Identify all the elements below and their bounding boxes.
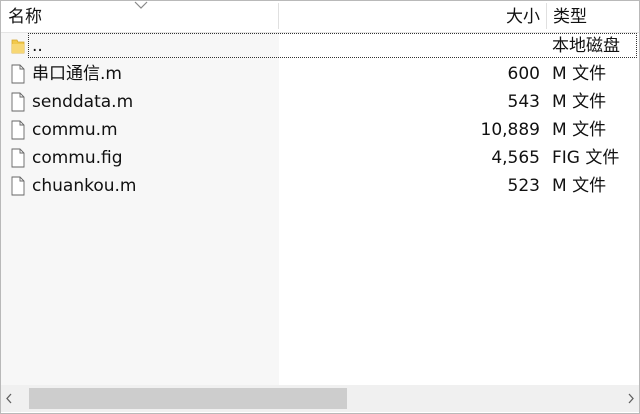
file-list: .. 本地磁盘 串口通信.m 600 M 文件 senddata.m 543 M… [1,32,639,200]
file-type: M 文件 [552,120,607,140]
file-icon [11,92,25,112]
file-type: M 文件 [552,92,607,112]
file-size: 543 [507,92,540,112]
file-type: 本地磁盘 [552,36,620,56]
file-name: commu.m [32,120,118,140]
scroll-right-arrow-icon[interactable] [622,385,639,412]
sort-chevron-down-icon [134,1,148,9]
file-icon [11,120,25,140]
file-name: .. [32,36,43,56]
column-header-name[interactable]: 名称 [8,6,42,28]
focus-rectangle [28,33,637,58]
list-item[interactable]: 串口通信.m 600 M 文件 [1,60,639,88]
scrollbar-thumb[interactable] [29,388,347,409]
column-separator[interactable] [278,3,279,29]
file-name: chuankou.m [32,176,137,196]
file-type: M 文件 [552,176,607,196]
file-icon [11,148,25,168]
file-type: FIG 文件 [552,148,620,168]
file-size: 4,565 [491,148,540,168]
column-separator[interactable] [546,3,547,29]
file-icon [11,64,25,84]
list-item[interactable]: senddata.m 543 M 文件 [1,88,639,116]
file-name: commu.fig [32,148,123,168]
file-size: 523 [507,176,540,196]
list-item-parent[interactable]: .. 本地磁盘 [1,32,639,60]
column-header: 名称 大小 类型 [1,1,639,33]
file-type: M 文件 [552,64,607,84]
column-header-type[interactable]: 类型 [553,6,587,28]
scroll-left-arrow-icon[interactable] [1,385,18,412]
folder-icon [11,39,25,54]
file-name: 串口通信.m [32,64,122,84]
file-name: senddata.m [32,92,134,112]
file-icon [11,176,25,196]
list-item[interactable]: commu.m 10,889 M 文件 [1,116,639,144]
file-size: 10,889 [480,120,540,140]
column-header-size[interactable]: 大小 [506,6,540,28]
list-item[interactable]: chuankou.m 523 M 文件 [1,172,639,200]
file-size: 600 [507,64,540,84]
horizontal-scrollbar[interactable] [1,385,639,412]
list-item[interactable]: commu.fig 4,565 FIG 文件 [1,144,639,172]
